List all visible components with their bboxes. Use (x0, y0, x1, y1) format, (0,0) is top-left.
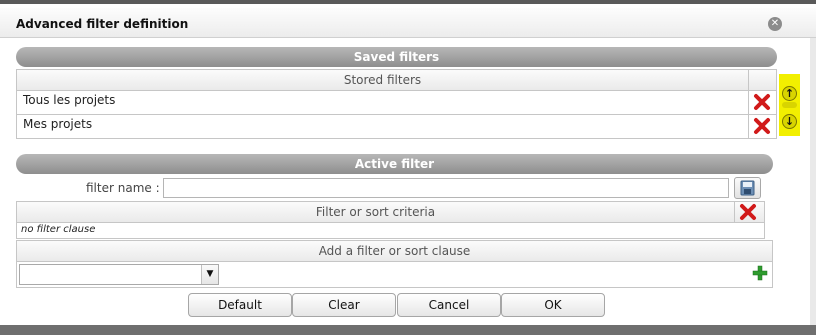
delete-icon[interactable] (753, 93, 771, 111)
cancel-button[interactable]: Cancel (397, 293, 501, 317)
saved-filter-label: Mes projets (23, 117, 93, 131)
add-clause-header: Add a filter or sort clause (16, 240, 773, 262)
advanced-filter-dialog: Advanced filter definition ✕ Saved filte… (0, 0, 816, 329)
column-divider (748, 70, 749, 90)
default-button[interactable]: Default (188, 293, 292, 317)
column-divider (748, 115, 749, 138)
delete-all-clauses-icon[interactable] (739, 203, 757, 221)
stored-filters-column-header: Stored filters (16, 69, 777, 91)
saved-filter-row[interactable]: Mes projets (16, 115, 777, 139)
active-filter-header: Active filter (16, 154, 773, 174)
saved-filter-label: Tous les projets (23, 93, 116, 107)
add-clause-row: ▼ (16, 262, 773, 288)
clause-select[interactable]: ▼ (19, 264, 219, 285)
criteria-header-label: Filter or sort criteria (315, 205, 436, 219)
no-clause-row: no filter clause (16, 223, 765, 239)
column-divider (748, 91, 749, 114)
no-clause-text: no filter clause (21, 224, 96, 235)
chevron-down-icon[interactable]: ▼ (201, 265, 218, 284)
save-filter-button[interactable] (734, 177, 761, 199)
saved-filter-row[interactable]: Tous les projets (16, 91, 777, 115)
filter-name-label: filter name : (86, 181, 160, 195)
background-strip (0, 325, 816, 335)
stored-filters-header-label: Stored filters (343, 73, 422, 87)
arrow-up-icon[interactable]: ↑ (782, 86, 797, 101)
criteria-column-header: Filter or sort criteria (16, 201, 765, 223)
reorder-separator (782, 102, 797, 108)
floppy-disk-icon (740, 180, 755, 196)
column-divider (734, 202, 735, 222)
filter-name-input[interactable] (163, 178, 729, 198)
dialog-scroll-edge (810, 38, 816, 329)
dialog-title: Advanced filter definition (16, 17, 189, 31)
dialog-titlebar: Advanced filter definition ✕ (0, 8, 816, 38)
add-clause-icon[interactable] (752, 265, 768, 281)
close-icon[interactable]: ✕ (768, 17, 782, 31)
clear-button[interactable]: Clear (292, 293, 396, 317)
delete-icon[interactable] (753, 117, 771, 135)
saved-filters-header: Saved filters (16, 47, 777, 67)
reorder-controls: ↑ ↓ (779, 74, 800, 136)
arrow-down-icon[interactable]: ↓ (782, 114, 797, 129)
ok-button[interactable]: OK (501, 293, 605, 317)
